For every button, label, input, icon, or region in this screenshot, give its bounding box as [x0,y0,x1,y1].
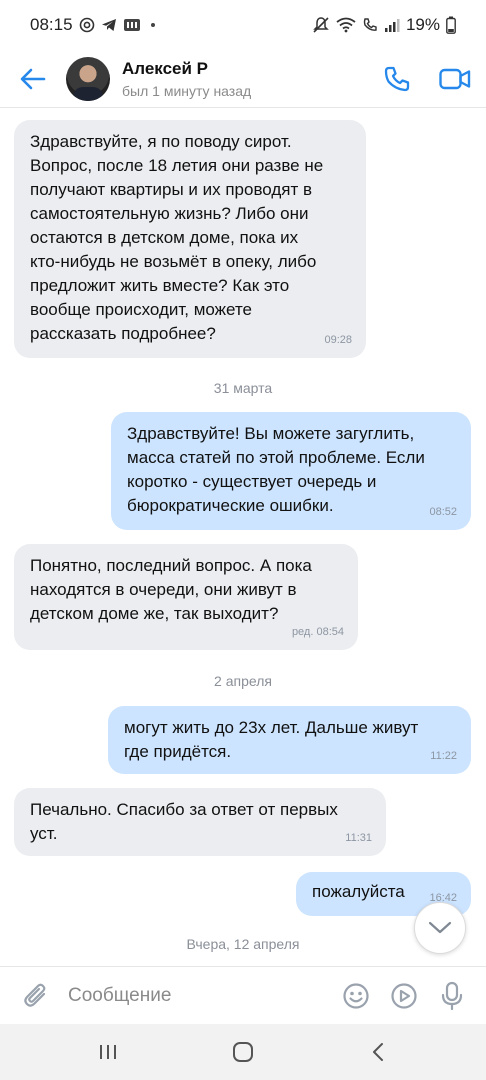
date-separator: Вчера, 12 апреля [186,936,300,952]
phone-icon [384,66,410,91]
message-time: 11:31 [345,832,372,844]
avatar[interactable] [66,56,110,101]
arrow-left-icon [20,68,46,89]
back-button[interactable] [0,50,66,108]
volte-call-icon [362,17,378,33]
video-call-button[interactable] [438,62,472,96]
message-time: ред. 08:54 [291,626,344,638]
scroll-to-bottom-button[interactable] [414,902,466,954]
status-time: 08:15 [30,15,73,34]
notification-dot [150,23,155,27]
message-bubble-outgoing[interactable]: могут жить до 23х лет. Дальше живут где … [108,706,471,774]
recent-apps-button[interactable] [78,1028,138,1076]
attach-button[interactable] [12,972,60,1020]
message-text: Печально. Спасибо за ответ от первых уст… [30,800,338,843]
message-bubble-incoming[interactable]: Здравствуйте, я по поводу сирот. Вопрос,… [14,120,366,358]
call-button[interactable] [380,62,414,96]
back-nav-button[interactable] [348,1028,408,1076]
message-bubble-outgoing[interactable]: Здравствуйте! Вы можете загуглить, масса… [111,412,471,530]
message-input[interactable] [60,984,332,1007]
message-bubble-incoming[interactable]: Печально. Спасибо за ответ от первых уст… [14,788,386,856]
date-separator: 2 апреля [214,673,272,689]
chevron-down-icon [428,921,452,934]
chevron-left-icon [373,1043,384,1061]
status-bar: 08:15 19% [0,0,486,50]
home-button[interactable] [213,1028,273,1076]
wifi-icon [336,17,356,33]
battery-icon [446,16,456,34]
video-camera-icon [439,68,471,89]
message-text: Здравствуйте, я по поводу сирот. Вопрос,… [30,132,324,343]
contact-name: Алексей Р [122,58,209,78]
at-icon [79,17,95,33]
telegram-icon [101,17,117,33]
smile-icon [343,982,369,1009]
voice-message-button[interactable] [428,972,476,1020]
microphone-icon [441,981,463,1010]
contact-status: был 1 минуту назад [122,82,252,99]
mute-icon [312,16,330,34]
paperclip-icon [24,983,46,1007]
message-time: 08:52 [429,506,457,518]
recent-apps-icon [99,1045,116,1059]
message-time: 11:22 [430,750,457,762]
battery-percent: 19% [405,15,440,34]
chat-header: Алексей Р был 1 минуту назад [0,50,486,108]
signal-icon [384,17,400,33]
message-bubble-incoming[interactable]: Понятно, последний вопрос. А пока находя… [14,544,358,650]
message-time: 09:28 [324,334,352,346]
message-text: Понятно, последний вопрос. А пока находя… [30,556,312,623]
message-text: могут жить до 23х лет. Дальше живут где … [124,718,419,761]
message-text: Здравствуйте! Вы можете загуглить, масса… [127,424,425,515]
message-composer [0,966,486,1024]
contact-info[interactable]: Алексей Р был 1 минуту назад [122,59,251,99]
emoji-button[interactable] [332,972,380,1020]
play-circle-icon [391,982,417,1009]
app-icon [123,17,141,33]
system-navigation-bar [0,1024,486,1080]
message-list[interactable]: Здравствуйте, я по поводу сирот. Вопрос,… [0,108,486,966]
video-message-button[interactable] [380,972,428,1020]
date-separator: 31 марта [213,380,273,396]
home-icon [232,1042,253,1062]
